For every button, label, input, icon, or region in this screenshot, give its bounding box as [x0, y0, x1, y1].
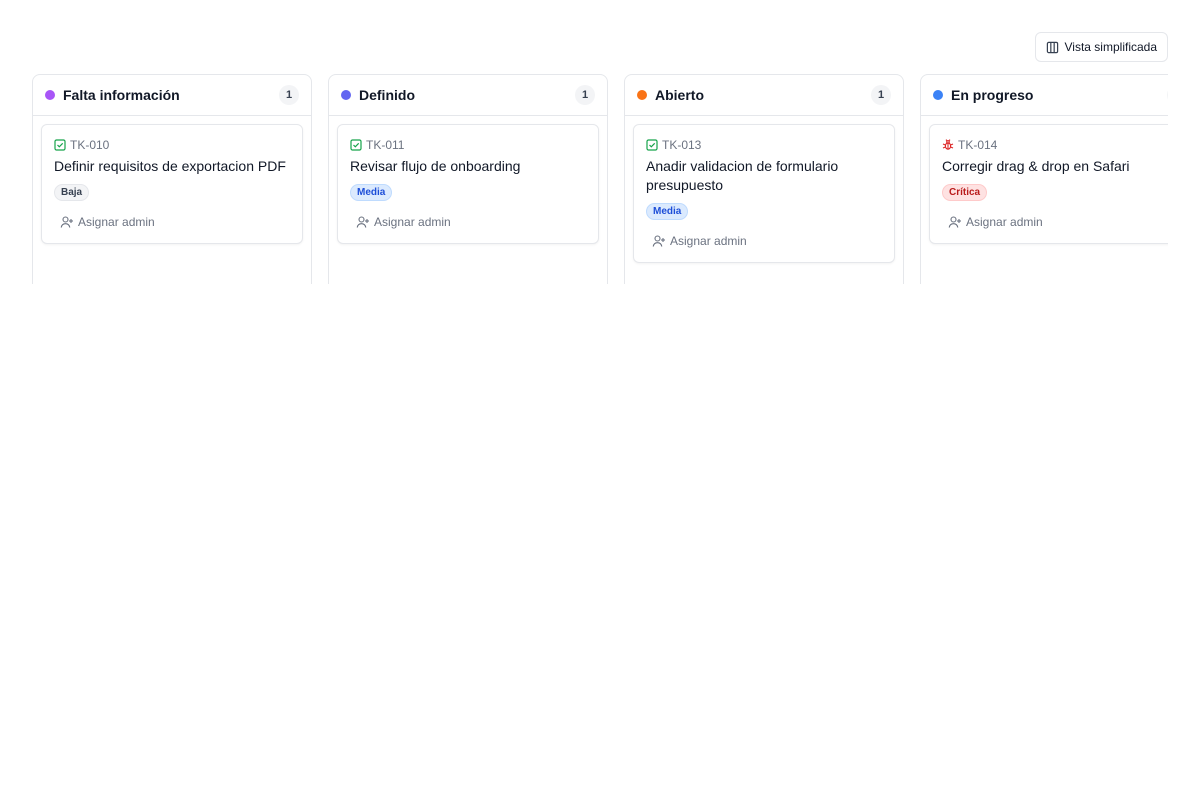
ticket-id: TK-010 [70, 138, 110, 152]
simplified-view-button[interactable]: Vista simplificada [1034, 32, 1168, 62]
card-id-row: TK-011 [350, 137, 586, 153]
user-plus-icon [948, 215, 962, 229]
column-abierto: Abierto 1 TK-013 Anadir validacion de fo… [624, 74, 904, 284]
assign-admin-label: Asignar admin [670, 234, 747, 248]
simplified-view-label: Vista simplificada [1064, 40, 1157, 54]
column-header: Abierto 1 [625, 75, 903, 116]
ticket-title: Anadir validacion de formulario presupue… [646, 158, 839, 193]
column-header: Definido 1 [329, 75, 607, 116]
user-plus-icon [60, 215, 74, 229]
kanban-board: Falta información 1 TK-010 Definir requi… [32, 74, 1168, 284]
card-id-row: TK-014 [942, 137, 1168, 153]
assign-admin-button[interactable]: Asignar admin [54, 211, 161, 233]
ticket-card[interactable]: TK-014 Corregir drag & drop en Safari Cr… [929, 124, 1168, 244]
ticket-id: TK-013 [662, 138, 702, 152]
column-title: Definido [359, 87, 415, 103]
status-dot [637, 90, 647, 100]
column-falta-informacion: Falta información 1 TK-010 Definir requi… [32, 74, 312, 284]
ticket-title: Revisar flujo de onboarding [350, 158, 521, 174]
priority-badge: Media [646, 203, 689, 220]
column-header: En progreso 1 [921, 75, 1168, 116]
priority-badge: Baja [54, 184, 90, 201]
column-title: En progreso [951, 87, 1034, 103]
task-check-icon [54, 139, 66, 151]
ticket-card[interactable]: TK-011 Revisar flujo de onboarding Media… [337, 124, 599, 244]
status-dot [933, 90, 943, 100]
user-plus-icon [356, 215, 370, 229]
column-header: Falta información 1 [33, 75, 311, 116]
count-badge: 1 [279, 85, 299, 105]
count-badge: 1 [871, 85, 891, 105]
assign-admin-button[interactable]: Asignar admin [942, 211, 1049, 233]
assign-admin-label: Asignar admin [78, 215, 155, 229]
card-id-row: TK-013 [646, 137, 882, 153]
ticket-title: Corregir drag & drop en Safari [942, 158, 1130, 174]
column-title: Abierto [655, 87, 704, 103]
ticket-id: TK-014 [958, 138, 998, 152]
column-body: TK-014 Corregir drag & drop en Safari Cr… [921, 116, 1168, 264]
user-plus-icon [652, 234, 666, 248]
priority-badge: Crítica [942, 184, 988, 201]
task-check-icon [350, 139, 362, 151]
card-id-row: TK-010 [54, 137, 290, 153]
columns-icon [1046, 41, 1059, 54]
ticket-id: TK-011 [366, 138, 405, 152]
bug-icon [942, 139, 954, 151]
assign-admin-button[interactable]: Asignar admin [646, 230, 753, 252]
assign-admin-label: Asignar admin [374, 215, 451, 229]
priority-badge: Media [350, 184, 393, 201]
column-title: Falta información [63, 87, 180, 103]
ticket-title: Definir requisitos de exportacion PDF [54, 158, 286, 174]
ticket-card[interactable]: TK-010 Definir requisitos de exportacion… [41, 124, 303, 244]
assign-admin-button[interactable]: Asignar admin [350, 211, 457, 233]
column-definido: Definido 1 TK-011 Revisar flujo de onboa… [328, 74, 608, 284]
board-toolbar: Vista simplificada [1034, 32, 1168, 62]
task-check-icon [646, 139, 658, 151]
assign-admin-label: Asignar admin [966, 215, 1043, 229]
column-body: TK-013 Anadir validacion de formulario p… [625, 116, 903, 283]
board-viewport[interactable]: Falta información 1 TK-010 Definir requi… [32, 74, 1168, 284]
status-dot [341, 90, 351, 100]
status-dot [45, 90, 55, 100]
column-en-progreso: En progreso 1 TK-014 Corregir drag & dro… [920, 74, 1168, 284]
count-badge: 1 [1167, 85, 1168, 105]
ticket-card[interactable]: TK-013 Anadir validacion de formulario p… [633, 124, 895, 263]
count-badge: 1 [575, 85, 595, 105]
column-body: TK-011 Revisar flujo de onboarding Media… [329, 116, 607, 264]
column-body: TK-010 Definir requisitos de exportacion… [33, 116, 311, 264]
